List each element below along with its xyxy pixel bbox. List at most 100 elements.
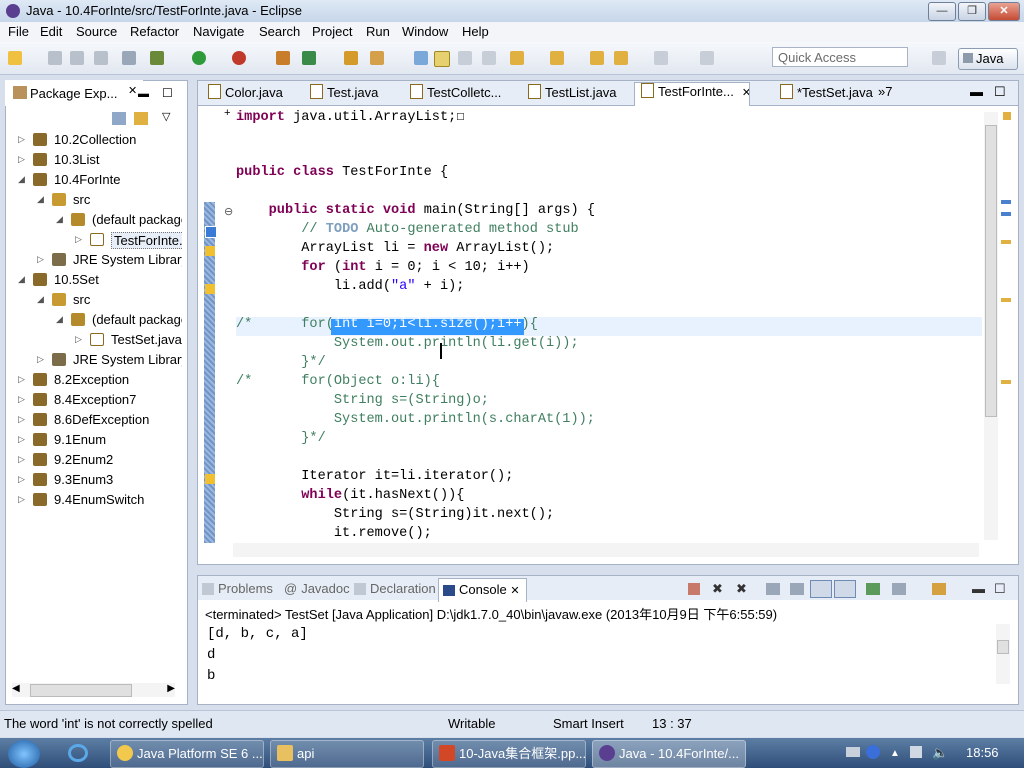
expand-icon[interactable]: ▷ [18,434,28,445]
taskbar-java-platform[interactable]: Java Platform SE 6 ... [110,740,264,768]
tree-item[interactable]: ◢ 10.4ForInte [6,170,182,190]
close-icon[interactable]: ✕ [742,87,749,99]
expand-icon[interactable]: ▷ [37,254,47,265]
overview-task-icon[interactable] [1001,212,1011,216]
search-icon[interactable] [370,51,384,65]
open-perspective-icon[interactable] [932,51,946,65]
new-package-icon[interactable] [302,51,316,65]
menu-run[interactable]: Run [366,24,390,39]
taskbar-api[interactable]: api [270,740,424,768]
menu-refactor[interactable]: Refactor [130,24,179,39]
expand-icon[interactable]: ▷ [37,354,47,365]
tab-declaration[interactable]: Declaration [354,581,436,596]
external-tools-icon[interactable] [232,51,246,65]
editor-tab[interactable]: TestColletc... [404,84,520,104]
scroll-left-icon[interactable]: ◀ [12,683,20,694]
editor-hscroll[interactable] [233,543,979,557]
tab-package-explorer[interactable]: Package Exp... ✕ [5,80,143,106]
menu-file[interactable]: File [8,24,29,39]
toggle-mark-occurrences-icon[interactable] [414,51,428,65]
menu-navigate[interactable]: Navigate [193,24,244,39]
tree-item[interactable]: ▷ 8.2Exception [6,370,182,390]
editor-tab[interactable]: TestForInte... ✕ [634,82,750,106]
expand-icon[interactable]: ▷ [75,334,85,345]
editor-tab[interactable]: Test.java [304,84,402,104]
package-explorer-hscroll[interactable]: ◀ ▶ [12,683,175,697]
tree-item[interactable]: ◢ src [6,190,182,210]
tab-javadoc[interactable]: @ Javadoc [284,581,350,596]
collapse-icon[interactable]: ◢ [18,274,28,285]
start-button[interactable] [8,740,40,768]
close-icon[interactable]: ✕ [510,585,519,597]
link-with-editor-icon[interactable] [134,112,148,125]
quick-access-input[interactable]: Quick Access [772,47,908,67]
close-button[interactable]: ✕ [988,2,1020,21]
view-menu-icon[interactable]: ▽ [162,110,170,123]
expand-icon[interactable]: ▷ [18,154,28,165]
expand-icon[interactable]: ▷ [18,454,28,465]
pin-editor-icon[interactable] [700,51,714,65]
show-on-error-icon[interactable] [834,580,856,598]
block-selection-icon[interactable] [458,51,472,65]
minimize-button[interactable]: — [928,2,956,21]
new-icon[interactable] [8,51,22,65]
terminate-icon[interactable] [688,583,700,595]
menu-search[interactable]: Search [259,24,300,39]
keyboard-icon[interactable] [846,747,860,757]
editor-tab[interactable]: Color.java [202,84,302,104]
volume-icon[interactable]: 🔈 [932,745,948,761]
minimize-view-icon[interactable]: ▬ [138,88,149,100]
tree-item[interactable]: ▷ 8.6DefException [6,410,182,430]
close-icon[interactable]: ✕ [128,84,137,97]
overview-warning-icon[interactable] [1001,240,1011,244]
menu-window[interactable]: Window [402,24,448,39]
editor-tab[interactable]: TestList.java [522,84,632,104]
hscroll-thumb[interactable] [30,684,132,697]
tree-item[interactable]: ▷ 9.1Enum [6,430,182,450]
print-icon[interactable] [94,51,108,65]
help-icon[interactable] [866,745,880,759]
scroll-lock-icon[interactable] [790,583,804,595]
tree-item[interactable]: ◢ (default package) [6,310,182,330]
collapse-all-icon[interactable] [112,112,126,125]
warning-icon[interactable] [205,284,215,294]
open-console-icon[interactable] [932,583,946,595]
editor-vscroll-thumb[interactable] [985,125,997,417]
fold-icon[interactable]: ⊖ [224,205,233,218]
tree-item[interactable]: ▷ 10.3List [6,150,182,170]
tree-item[interactable]: ▷ 10.2Collection [6,130,182,150]
tab-problems[interactable]: Problems [202,581,273,596]
remove-all-launches-icon[interactable]: ✖ [736,581,747,597]
collapse-icon[interactable]: ◢ [56,214,66,225]
collapse-icon[interactable]: ◢ [37,194,47,205]
debug-icon[interactable] [150,51,164,65]
highlight-icon[interactable] [434,51,450,67]
collapse-icon[interactable]: ◢ [37,294,47,305]
display-console-icon[interactable] [892,583,906,595]
maximize-button[interactable]: ❐ [958,2,986,21]
warning-icon[interactable] [205,246,215,256]
save-all-icon[interactable] [70,51,84,65]
pin-console-icon[interactable] [866,583,880,595]
overview-warning-icon[interactable] [1001,298,1011,302]
expand-icon[interactable]: ▷ [18,374,28,385]
java-perspective-button[interactable]: Java [958,48,1018,70]
network-icon[interactable] [910,746,922,758]
scroll-right-icon[interactable]: ▶ [167,683,175,694]
forward-icon[interactable] [654,51,668,65]
task-marker-icon[interactable] [205,226,217,238]
tab-overflow-button[interactable]: »7 [878,84,892,104]
taskbar-powerpoint[interactable]: 10-Java集合框架.pp... [432,740,586,768]
next-annotation-icon[interactable] [510,51,524,65]
tree-item[interactable]: ◢ (default package) [6,210,182,230]
overview-warning-icon[interactable] [1001,380,1011,384]
editor-tab[interactable]: *TestSet.java [774,84,878,104]
expand-icon[interactable]: ▷ [18,474,28,485]
overview-task-icon[interactable] [1001,200,1011,204]
warning-icon[interactable] [205,474,215,484]
overview-warning-icon[interactable] [1003,112,1011,120]
skip-breakpoints-icon[interactable] [122,51,136,65]
show-on-output-icon[interactable] [810,580,832,598]
expand-icon[interactable]: ▷ [18,394,28,405]
tree-item[interactable]: ▷ TestForInte.java [6,230,182,250]
